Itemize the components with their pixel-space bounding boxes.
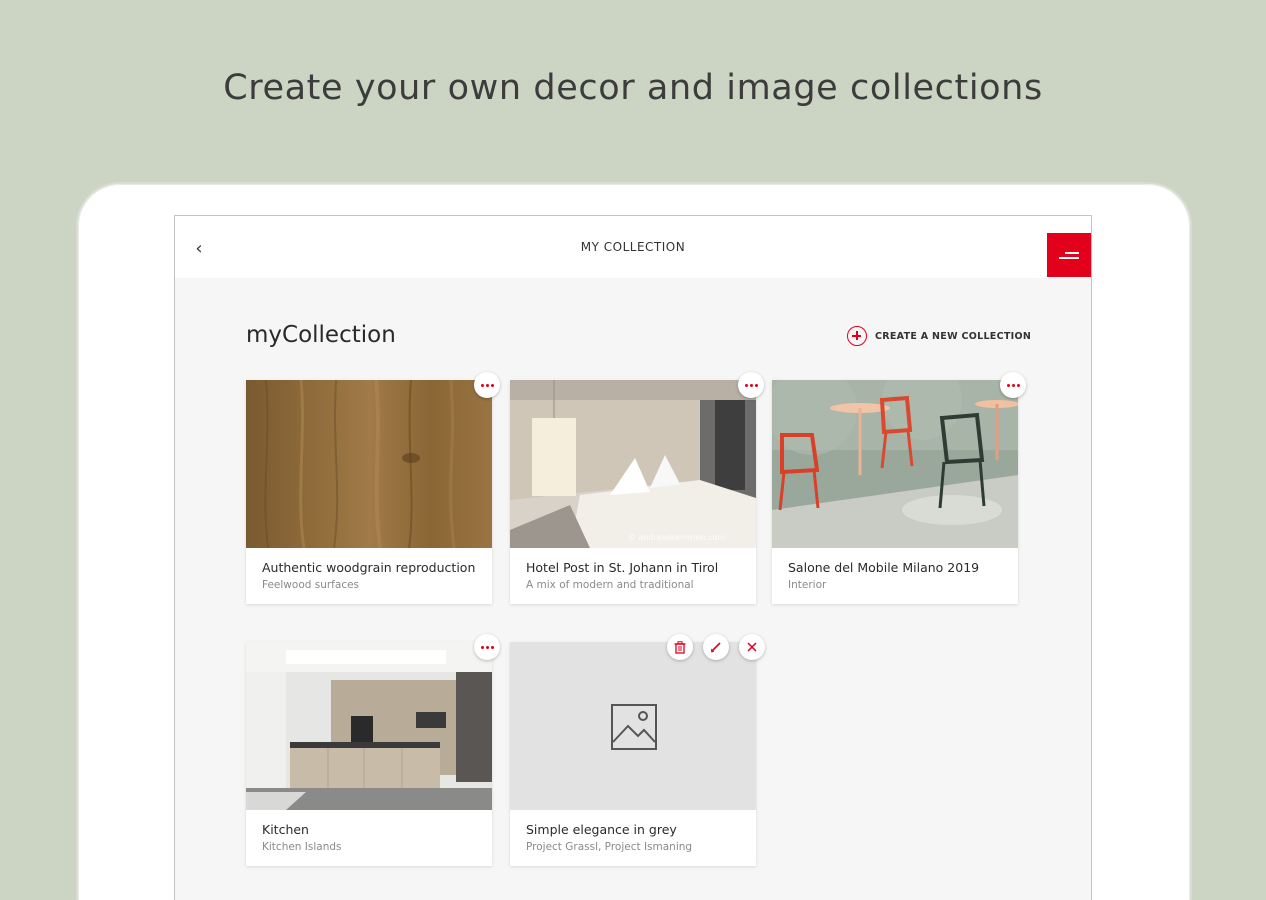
delete-button[interactable] — [667, 634, 693, 660]
more-icon — [480, 645, 494, 649]
collection-title: Hotel Post in St. Johann in Tirol — [526, 560, 719, 575]
collection-card[interactable]: Kitchen Kitchen Islands — [246, 634, 500, 866]
top-bar: ‹ MY COLLECTION — [175, 216, 1091, 278]
more-icon — [744, 383, 758, 387]
collection-image: © andreaskemmen.com — [510, 380, 756, 548]
collection-title: Simple elegance in grey — [526, 822, 677, 837]
collection-subtitle: Feelwood surfaces — [262, 579, 360, 591]
collection-image — [772, 380, 1018, 548]
collection-card[interactable]: Simple elegance in grey Project Grassl, … — [510, 634, 765, 866]
more-options-button[interactable] — [474, 372, 500, 398]
edit-button[interactable] — [703, 634, 729, 660]
create-collection-button[interactable]: CREATE A NEW COLLECTION — [847, 325, 1031, 347]
collection-image — [510, 642, 756, 810]
create-collection-label: CREATE A NEW COLLECTION — [875, 330, 1032, 342]
pencil-icon — [711, 642, 721, 653]
collection-title: Authentic woodgrain reproduction — [262, 560, 476, 575]
collection-title: Salone del Mobile Milano 2019 — [788, 560, 980, 575]
plus-circle-icon — [847, 326, 867, 346]
collection-subtitle: Interior — [788, 579, 827, 591]
collection-image — [246, 642, 492, 810]
collection-subtitle: Project Grassl, Project Ismaning — [526, 841, 693, 853]
collection-title: Kitchen — [262, 822, 309, 837]
trash-icon — [674, 640, 686, 654]
collection-card[interactable]: © andreaskemmen.com Hotel Post in St. Jo… — [510, 372, 764, 604]
collection-subtitle: Kitchen Islands — [262, 841, 342, 853]
menu-icon — [1065, 252, 1079, 254]
close-button[interactable] — [739, 634, 765, 660]
placeholder-image-icon — [611, 704, 657, 750]
more-options-button[interactable] — [474, 634, 500, 660]
collection-card[interactable]: Salone del Mobile Milano 2019 Interior — [772, 372, 1026, 604]
more-options-button[interactable] — [1000, 372, 1026, 398]
collection-subtitle: A mix of modern and traditional — [526, 579, 694, 591]
screen-title: MY COLLECTION — [580, 240, 686, 254]
more-options-button[interactable] — [738, 372, 764, 398]
more-icon — [1006, 383, 1020, 387]
collection-image — [246, 380, 492, 548]
close-icon — [747, 642, 757, 652]
page-title: myCollection — [246, 322, 396, 348]
more-icon — [480, 383, 494, 387]
headline: Create your own decor and image collecti… — [223, 68, 1043, 108]
app-screen: ‹ MY COLLECTION myCollection CREATE A NE… — [174, 215, 1092, 900]
menu-button[interactable] — [1047, 233, 1091, 277]
image-watermark: © andreaskemmen.com — [628, 533, 725, 542]
collection-card[interactable]: Authentic woodgrain reproduction Feelwoo… — [246, 372, 500, 604]
